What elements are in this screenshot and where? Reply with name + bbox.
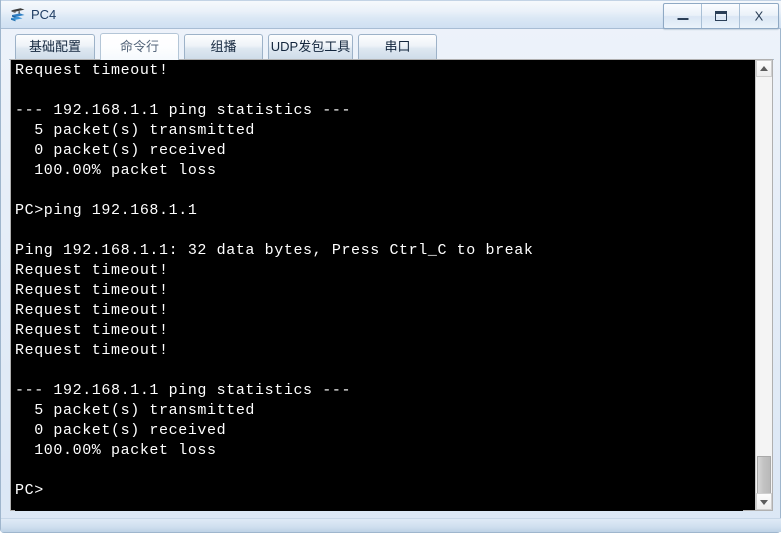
tab-command-line[interactable]: 命令行 <box>100 33 179 60</box>
window-title: PC4 <box>31 7 57 22</box>
maximize-button[interactable] <box>702 4 740 28</box>
app-window: PC4 X 基础配置 命令行 组播 UDP发包工具 串口 Request tim… <box>0 0 781 533</box>
console-scrollbar[interactable] <box>755 60 772 510</box>
title-bar: PC4 X <box>1 0 781 29</box>
scrollbar-track[interactable] <box>756 77 772 493</box>
chevron-up-icon <box>760 65 768 71</box>
tab-basic-config[interactable]: 基础配置 <box>15 34 95 59</box>
maximize-icon <box>714 11 727 21</box>
console-output[interactable]: Request timeout! --- 192.168.1.1 ping st… <box>15 61 743 511</box>
close-icon: X <box>754 8 764 24</box>
minimize-icon <box>677 17 688 20</box>
router-pc-icon <box>9 6 27 24</box>
close-button[interactable]: X <box>740 4 778 28</box>
tab-multicast[interactable]: 组播 <box>184 34 263 59</box>
console-panel: Request timeout! --- 192.168.1.1 ping st… <box>10 59 773 511</box>
scrollbar-thumb[interactable] <box>757 456 771 496</box>
scrollbar-down-button[interactable] <box>756 493 772 510</box>
window-bottom-edge <box>1 518 781 532</box>
minimize-button[interactable] <box>664 4 702 28</box>
tab-udp-tool[interactable]: UDP发包工具 <box>268 34 353 59</box>
tab-strip: 基础配置 命令行 组播 UDP发包工具 串口 <box>1 29 781 60</box>
window-controls: X <box>663 3 779 29</box>
chevron-down-icon <box>760 499 768 505</box>
tab-serial-port[interactable]: 串口 <box>358 34 437 59</box>
scrollbar-up-button[interactable] <box>756 60 772 77</box>
